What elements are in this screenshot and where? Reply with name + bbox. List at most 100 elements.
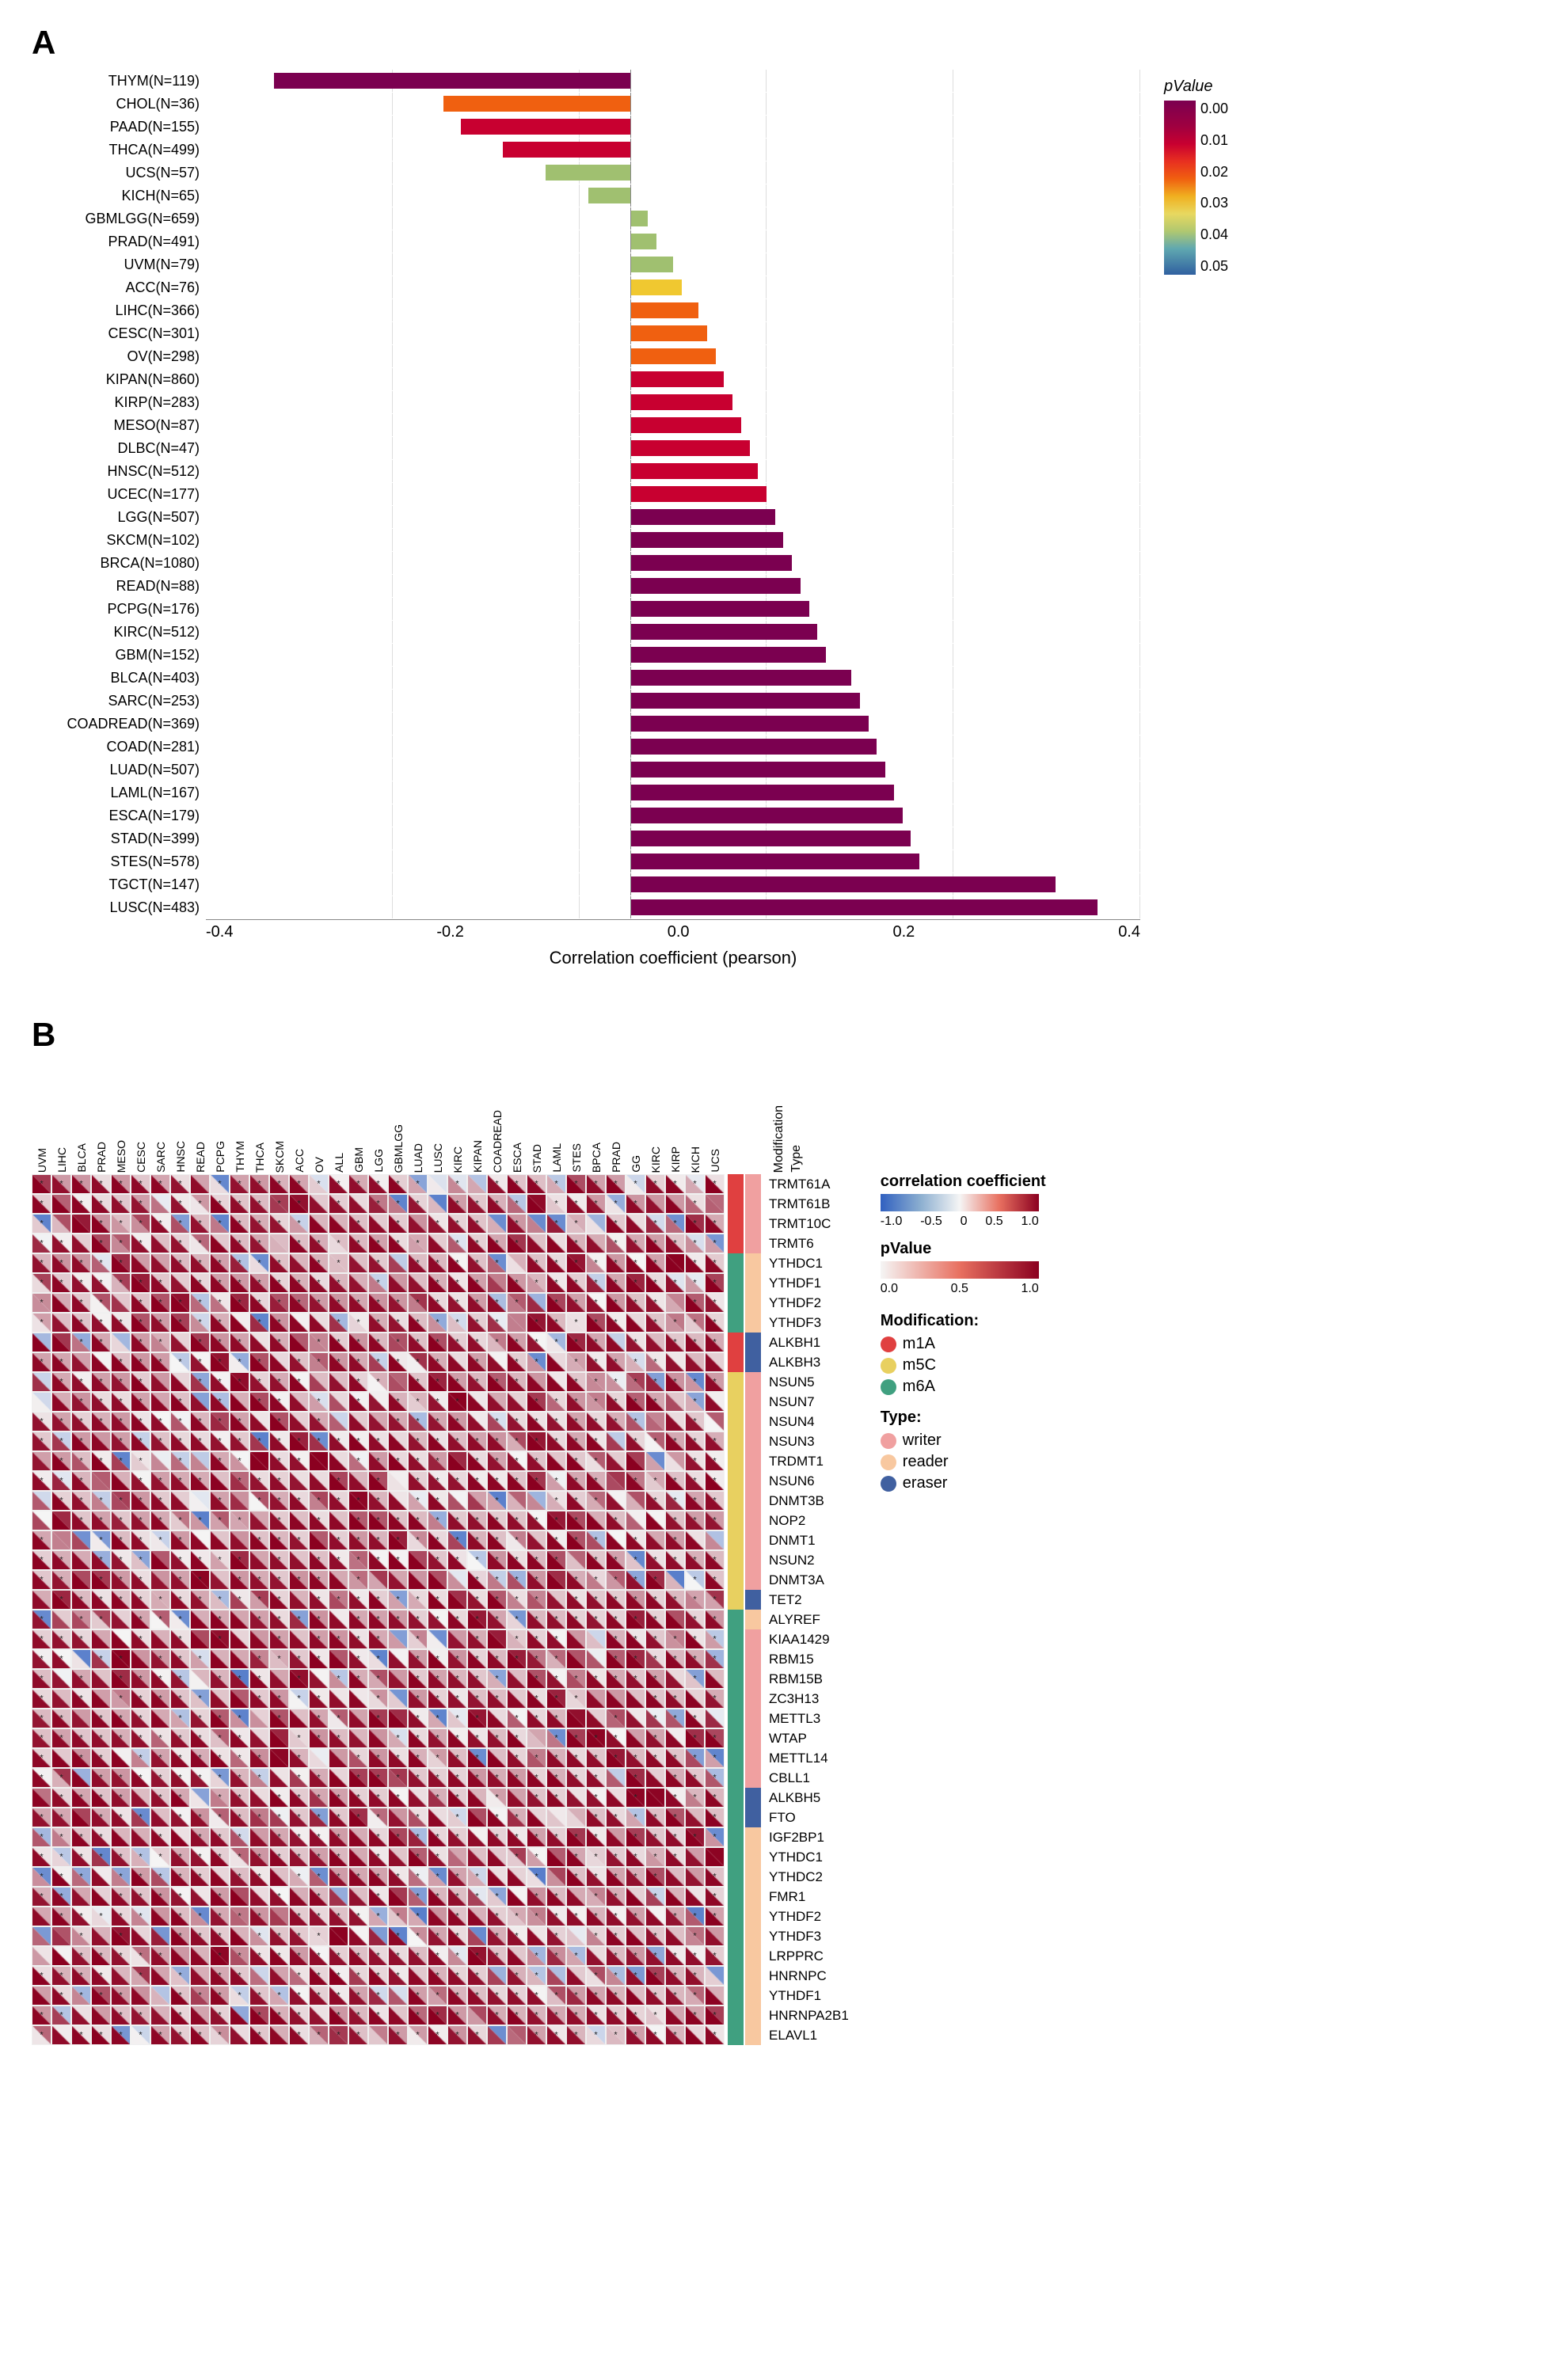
- heatmap-cell: *: [131, 1748, 150, 1768]
- heatmap-cell: *: [507, 1768, 527, 1788]
- heatmap-cell: *: [428, 1313, 447, 1333]
- heatmap-cell: *: [447, 1887, 467, 1907]
- heatmap-cell: *: [447, 1313, 467, 1333]
- x-tick-1: -0.4: [206, 923, 233, 941]
- type-writer-label: writer: [903, 1431, 942, 1450]
- heatmap-cell: [249, 1966, 269, 1986]
- mod-m1a-dot: [881, 1336, 896, 1352]
- mod-segment: [728, 1709, 744, 1728]
- heatmap-cell: *: [487, 1728, 507, 1748]
- type-segment: [745, 1907, 761, 1926]
- heatmap-cell: [388, 1629, 408, 1649]
- heatmap-cell: *: [210, 1352, 230, 1372]
- heatmap-cell: *: [487, 1946, 507, 1966]
- heatmap-cell: *: [170, 1550, 190, 1570]
- heatmap-cell: *: [586, 1788, 606, 1808]
- heatmap-cell: *: [230, 1253, 249, 1273]
- heatmap-cell: *: [131, 1768, 150, 1788]
- col-header: GBM: [348, 1062, 368, 1173]
- heatmap-cell: *: [91, 1491, 111, 1511]
- heatmap-cell: *: [566, 1728, 586, 1748]
- heatmap-cell: [150, 1372, 170, 1392]
- heatmap-cell: *: [527, 1847, 546, 1867]
- heatmap-row: ***************************: [32, 1234, 725, 1253]
- heatmap-cell: [546, 1808, 566, 1827]
- heatmap-row: ****************************: [32, 2025, 725, 2045]
- heatmap-cell: [131, 1926, 150, 1946]
- mod-m1a-label: m1A: [903, 1335, 935, 1353]
- bar-area: [206, 70, 1140, 92]
- heatmap-cell: [546, 1451, 566, 1471]
- heatmap-cell: *: [329, 1293, 348, 1313]
- heatmap-cell: *: [170, 1471, 190, 1491]
- heatmap-cell: *: [348, 2006, 368, 2025]
- heatmap-cell: [51, 1946, 71, 1966]
- heatmap-cell: *: [32, 2006, 51, 2025]
- heatmap-cell: *: [91, 1313, 111, 1333]
- heatmap-cell: [91, 1926, 111, 1946]
- heatmap-cell: *: [388, 1966, 408, 1986]
- heatmap-cell: *: [428, 1550, 447, 1570]
- heatmap-cell: *: [408, 1946, 428, 1966]
- mod-segment: [728, 1194, 744, 1214]
- type-segment: [745, 1273, 761, 1293]
- heatmap-cell: *: [645, 1847, 665, 1867]
- heatmap-cell: *: [131, 1234, 150, 1253]
- heatmap-cell: *: [566, 1827, 586, 1847]
- bar-row: KIRC(N=512): [32, 621, 1140, 643]
- heatmap-cell: *: [150, 1491, 170, 1511]
- heatmap-cell: *: [131, 1689, 150, 1709]
- type-segment: [745, 1748, 761, 1768]
- heatmap-cell: *: [408, 1293, 428, 1313]
- heatmap-cell: *: [428, 2006, 447, 2025]
- heatmap-cell: *: [368, 1847, 388, 1867]
- heatmap-cell: *: [289, 1827, 309, 1847]
- heatmap-cell: *: [190, 1986, 210, 2006]
- heatmap-cell: [289, 1590, 309, 1610]
- heatmap-cell: [51, 1333, 71, 1352]
- bar-row: CHOL(N=36): [32, 93, 1140, 115]
- heatmap-cell: *: [586, 1966, 606, 1986]
- heatmap-cell: *: [685, 1610, 705, 1629]
- mod-segment: [728, 1530, 744, 1550]
- heatmap-cell: [705, 1986, 725, 2006]
- heatmap-cell: *: [210, 1847, 230, 1867]
- heatmap-cell: [348, 1709, 368, 1728]
- heatmap-cell: *: [230, 1768, 249, 1788]
- heatmap-cell: *: [546, 1293, 566, 1313]
- heatmap-cell: *: [329, 1709, 348, 1728]
- heatmap-cell: *: [309, 1728, 329, 1748]
- heatmap-row: **************************: [32, 1412, 725, 1431]
- heatmap-cell: *: [586, 1669, 606, 1689]
- type-segment: [745, 1174, 761, 1194]
- heatmap-cell: *: [368, 1273, 388, 1293]
- row-label: NSUN5: [766, 1372, 849, 1392]
- heatmap-cell: [131, 1253, 150, 1273]
- heatmap-cell: *: [249, 1669, 269, 1689]
- heatmap-cell: [606, 1689, 626, 1709]
- heatmap-row: ******************************: [32, 1273, 725, 1293]
- heatmap-cell: *: [507, 1550, 527, 1570]
- heatmap-cell: [150, 1629, 170, 1649]
- bar-fill: [630, 601, 808, 617]
- heatmap-cell: [249, 1728, 269, 1748]
- panel-b: B UVMLIHCBLCAPRADMESOCESCSARCHNSCREADPCP…: [32, 1016, 1524, 2045]
- heatmap-cell: [408, 1273, 428, 1293]
- heatmap-cell: [388, 1372, 408, 1392]
- heatmap-cell: *: [428, 1431, 447, 1451]
- heatmap-cell: [329, 1748, 348, 1768]
- heatmap-cell: *: [388, 1313, 408, 1333]
- heatmap-cell: *: [249, 1610, 269, 1629]
- heatmap-cell: *: [685, 1511, 705, 1530]
- corr-label-3: 0: [961, 1215, 968, 1229]
- mod-segment: [728, 1689, 744, 1709]
- heatmap-cell: *: [705, 1570, 725, 1590]
- type-segment: [745, 1412, 761, 1431]
- heatmap-cell: *: [685, 1234, 705, 1253]
- heatmap-cell: *: [190, 1214, 210, 1234]
- heatmap-cell: *: [566, 1491, 586, 1511]
- heatmap-cell: *: [150, 1847, 170, 1867]
- row-label: YTHDC2: [766, 1867, 849, 1887]
- heatmap-cell: *: [606, 2006, 626, 2025]
- heatmap-cell: *: [91, 1372, 111, 1392]
